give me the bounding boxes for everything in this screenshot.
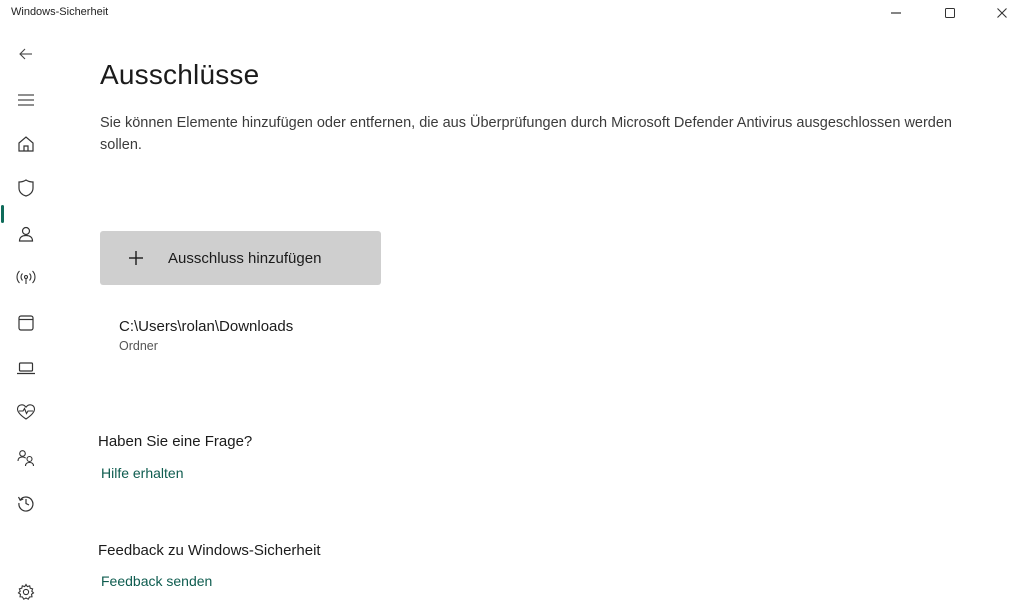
close-button[interactable] — [979, 0, 1023, 26]
feedback-heading: Feedback zu Windows-Sicherheit — [98, 542, 321, 559]
home-icon — [18, 136, 34, 152]
minimize-icon — [891, 12, 901, 14]
maximize-button[interactable] — [927, 0, 973, 26]
sidebar-item-protection-history[interactable] — [0, 483, 52, 523]
sidebar-item-device-performance[interactable] — [0, 392, 52, 432]
maximize-icon — [945, 8, 955, 18]
add-exclusion-label: Ausschluss hinzufügen — [168, 249, 322, 267]
sidebar-item-app-browser[interactable] — [0, 303, 52, 343]
hamburger-menu-icon — [18, 94, 34, 106]
menu-button[interactable] — [0, 80, 52, 120]
plus-icon — [126, 250, 146, 266]
sidebar-item-virus-protection[interactable] — [0, 168, 52, 208]
sidebar-item-firewall[interactable] — [0, 257, 52, 297]
page-description: Sie können Elemente hinzufügen oder entf… — [100, 115, 952, 153]
sidebar-item-device-security[interactable] — [0, 348, 52, 388]
sidebar-item-family-options[interactable] — [0, 438, 52, 478]
back-arrow-icon — [19, 48, 32, 60]
exclusion-path: C:\Users\rolan\Downloads — [119, 318, 294, 335]
window-title: Windows-Sicherheit — [11, 6, 109, 18]
app-window-icon — [18, 315, 34, 331]
heart-pulse-icon — [16, 404, 36, 420]
exclusion-type: Ordner — [119, 339, 158, 353]
help-heading: Haben Sie eine Frage? — [98, 433, 253, 450]
sidebar-nav — [0, 26, 52, 612]
laptop-icon — [17, 362, 35, 375]
send-feedback-link[interactable]: Feedback senden — [101, 573, 212, 589]
family-icon — [17, 450, 35, 467]
exclusion-item[interactable]: C:\Users\rolan\Downloads Ordner — [119, 318, 293, 353]
sidebar-item-home[interactable] — [0, 124, 52, 164]
gear-icon — [17, 583, 35, 600]
page-title: Ausschlüsse — [100, 59, 260, 90]
minimize-button[interactable] — [873, 0, 919, 26]
title-bar: Windows-Sicherheit — [0, 0, 1023, 26]
wireless-signal-icon — [16, 270, 36, 284]
person-icon — [18, 226, 34, 242]
history-icon — [17, 496, 34, 512]
shield-icon — [18, 179, 34, 197]
add-exclusion-button[interactable]: Ausschluss hinzufügen — [100, 231, 381, 285]
get-help-link[interactable]: Hilfe erhalten — [101, 465, 184, 481]
main-content: Ausschlüsse Sie können Elemente hinzufüg… — [52, 26, 1023, 612]
close-icon — [997, 8, 1007, 18]
sidebar-item-account-protection[interactable] — [0, 214, 52, 254]
sidebar-item-settings[interactable] — [0, 572, 52, 612]
back-button[interactable] — [0, 34, 52, 74]
